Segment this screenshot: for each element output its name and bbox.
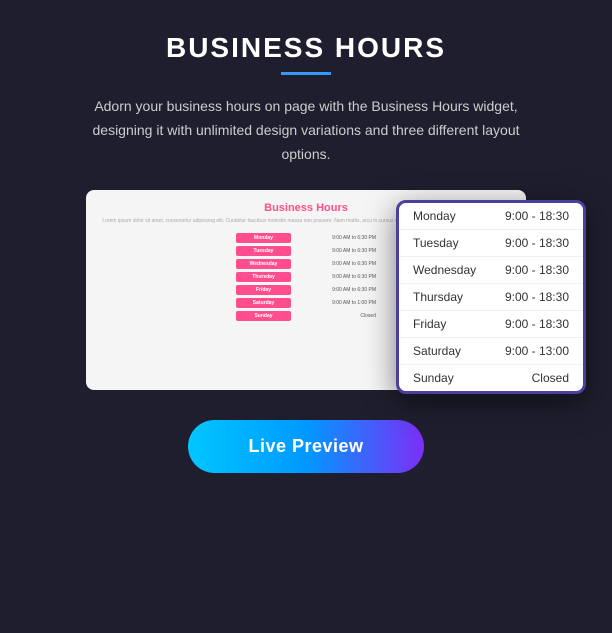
live-preview-button[interactable]: Live Preview: [188, 420, 423, 473]
bg-time-text: 9:00 AM to 6:30 PM: [332, 248, 376, 254]
bg-time-text: Closed: [360, 313, 376, 319]
hours-widget-row: Sunday Closed: [399, 365, 583, 391]
bg-hours-row: Thursday 9:00 AM to 6:30 PM: [236, 272, 376, 282]
bg-hours-row: Wednesday 9:00 AM to 6:30 PM: [236, 259, 376, 269]
hours-widget-row: Tuesday 9:00 - 18:30: [399, 230, 583, 257]
page-title: BUSINESS HOURS: [166, 32, 446, 64]
hours-widget-row: Monday 9:00 - 18:30: [399, 203, 583, 230]
bg-day-badge: Sunday: [236, 311, 291, 321]
bg-hours-row: Monday 9:00 AM to 6:30 PM: [236, 233, 376, 243]
bg-time-text: 9:00 AM to 1:00 PM: [332, 300, 376, 306]
hours-widget-time: 9:00 - 18:30: [505, 290, 569, 304]
hours-widget-day: Thursday: [413, 290, 463, 304]
title-underline: [281, 72, 331, 75]
bg-day-badge: Saturday: [236, 298, 291, 308]
bg-hours-row: Tuesday 9:00 AM to 6:30 PM: [236, 246, 376, 256]
bg-day-badge: Monday: [236, 233, 291, 243]
hours-widget-time: 9:00 - 13:00: [505, 344, 569, 358]
hours-widget-time: 9:00 - 18:30: [505, 209, 569, 223]
page-description: Adorn your business hours on page with t…: [76, 95, 536, 166]
hours-widget-time: Closed: [532, 371, 569, 385]
hours-widget-day: Friday: [413, 317, 446, 331]
hours-widget-row: Thursday 9:00 - 18:30: [399, 284, 583, 311]
bg-time-text: 9:00 AM to 6:30 PM: [332, 287, 376, 293]
hours-widget-day: Monday: [413, 209, 456, 223]
bg-hours-row: Sunday Closed: [236, 311, 376, 321]
hours-widget-day: Wednesday: [413, 263, 476, 277]
hours-widget-time: 9:00 - 18:30: [505, 236, 569, 250]
hours-widget-time: 9:00 - 18:30: [505, 317, 569, 331]
hours-widget-time: 9:00 - 18:30: [505, 263, 569, 277]
hours-widget-day: Tuesday: [413, 236, 459, 250]
bg-day-badge: Thursday: [236, 272, 291, 282]
hours-widget: Monday9:00 - 18:30Tuesday9:00 - 18:30Wed…: [396, 200, 586, 394]
bg-time-text: 9:00 AM to 6:30 PM: [332, 261, 376, 267]
bg-time-text: 9:00 AM to 6:30 PM: [332, 235, 376, 241]
hours-widget-day: Sunday: [413, 371, 454, 385]
hours-widget-row: Friday 9:00 - 18:30: [399, 311, 583, 338]
bg-day-badge: Wednesday: [236, 259, 291, 269]
bg-hours-row: Friday 9:00 AM to 6:30 PM: [236, 285, 376, 295]
hours-widget-day: Saturday: [413, 344, 461, 358]
bg-day-badge: Tuesday: [236, 246, 291, 256]
bg-time-text: 9:00 AM to 6:30 PM: [332, 274, 376, 280]
preview-container: Business Hours Lorem ipsum dolor sit ame…: [26, 190, 586, 390]
bg-day-badge: Friday: [236, 285, 291, 295]
hours-widget-row: Wednesday 9:00 - 18:30: [399, 257, 583, 284]
bg-hours-table: Monday 9:00 AM to 6:30 PM Tuesday 9:00 AM t…: [236, 233, 376, 321]
hours-widget-row: Saturday 9:00 - 13:00: [399, 338, 583, 365]
bg-hours-row: Saturday 9:00 AM to 1:00 PM: [236, 298, 376, 308]
